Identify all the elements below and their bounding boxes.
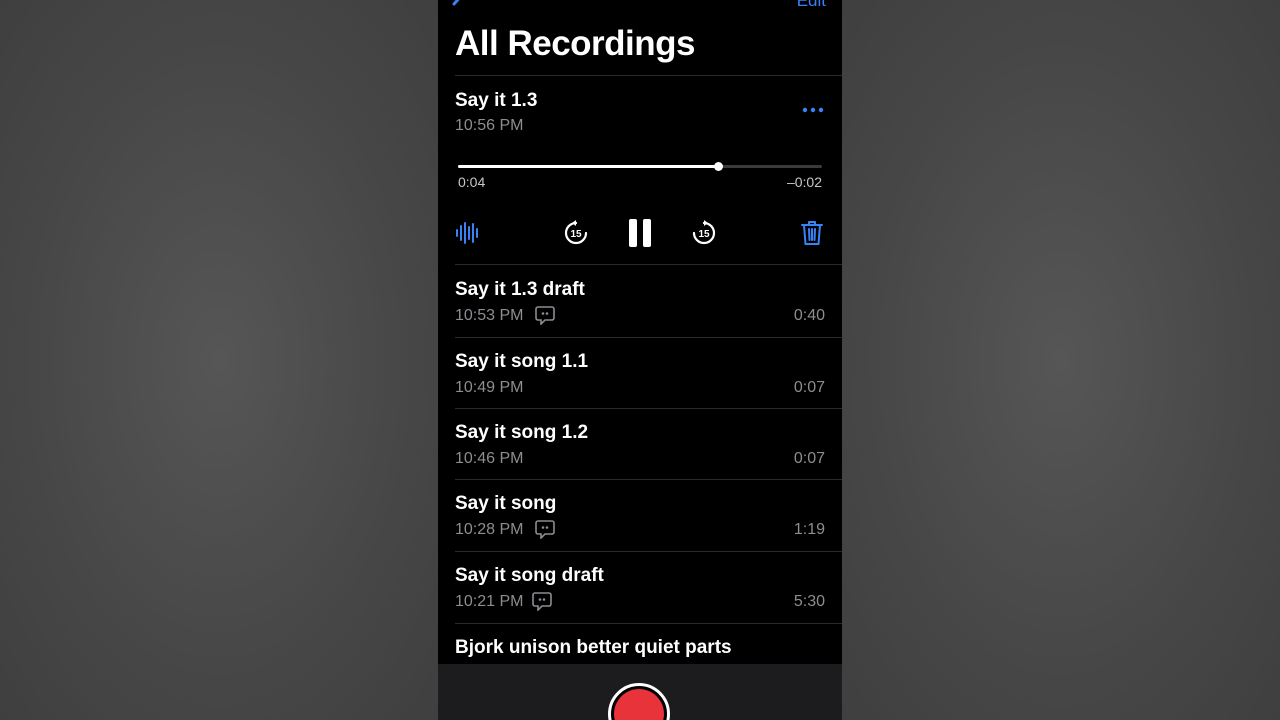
playback-scrubber[interactable]: [458, 162, 822, 171]
recording-time: 10:46 PM: [455, 450, 524, 467]
list-item[interactable]: Say it song 10:28 PM 1:19: [438, 479, 842, 550]
list-item[interactable]: Say it 1.3 draft 10:53 PM 0:40: [438, 265, 842, 336]
list-item[interactable]: Say it song draft 10:21 PM 5:30: [438, 551, 842, 622]
waveform-icon[interactable]: [455, 221, 481, 245]
recording-duration: 1:19: [793, 521, 825, 538]
recording-title: Say it 1.3 draft: [455, 279, 585, 300]
active-recording-title[interactable]: Say it 1.3: [455, 90, 537, 112]
pause-icon[interactable]: [628, 218, 652, 248]
active-recording: Say it 1.3 10:56 PM 0:04 –0:02 15 15: [438, 76, 842, 264]
elapsed-time: 0:04: [458, 174, 486, 190]
active-recording-time: 10:56 PM: [455, 117, 524, 134]
page-title: All Recordings: [455, 24, 695, 63]
playback-scrubber-knob[interactable]: [714, 162, 724, 171]
recording-duration: 0:07: [793, 379, 825, 396]
transcript-icon: [535, 306, 555, 325]
blurred-background-right: [842, 0, 1280, 720]
recording-time: 10:53 PM: [455, 307, 524, 324]
skip-back-15-icon[interactable]: 15: [563, 220, 589, 246]
chevron-left-icon[interactable]: [448, 0, 470, 16]
recording-duration: 0:07: [793, 450, 825, 467]
edit-button[interactable]: Edit: [797, 0, 826, 11]
bottom-toolbar: [438, 664, 842, 720]
skip-forward-15-icon[interactable]: 15: [691, 220, 717, 246]
transcript-icon: [535, 520, 555, 539]
recording-title: Say it song 1.2: [455, 422, 589, 443]
recording-time: 10:21 PM: [455, 593, 524, 610]
skip-forward-label: 15: [698, 229, 710, 240]
recording-title: Say it song 1.1: [455, 351, 589, 372]
record-button[interactable]: [608, 683, 670, 720]
recording-duration: 0:40: [793, 307, 825, 324]
transcript-icon: [532, 592, 552, 611]
voice-memos-screen: Edit All Recordings Say it 1.3 10:56 PM …: [438, 0, 842, 720]
ellipsis-icon[interactable]: [801, 102, 825, 118]
recording-time: 10:49 PM: [455, 379, 524, 396]
record-icon: [614, 689, 664, 720]
blurred-background-left: [0, 0, 438, 720]
recording-title: Bjork unison better quiet parts: [455, 637, 732, 658]
list-item[interactable]: Say it song 1.2 10:46 PM 0:07: [438, 408, 842, 479]
playback-progress-fill: [458, 165, 719, 168]
recording-title: Say it song draft: [455, 565, 604, 586]
recording-title: Say it song: [455, 493, 557, 514]
recording-time: 10:28 PM: [455, 521, 524, 538]
list-item[interactable]: Say it song 1.1 10:49 PM 0:07: [438, 337, 842, 408]
skip-back-label: 15: [570, 229, 582, 240]
remaining-time: –0:02: [786, 174, 822, 190]
trash-icon[interactable]: [801, 220, 823, 246]
recording-duration: 5:30: [793, 593, 825, 610]
